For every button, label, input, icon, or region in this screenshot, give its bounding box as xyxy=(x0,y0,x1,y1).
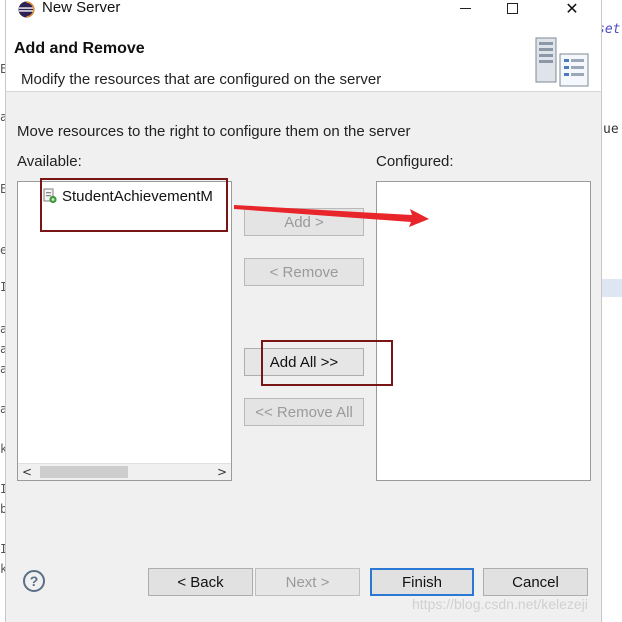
new-server-dialog: New Server ✕ Add and Remove Modify the r… xyxy=(5,0,602,622)
close-button[interactable]: ✕ xyxy=(549,0,595,18)
scroll-thumb[interactable] xyxy=(40,466,128,478)
annotation-box-add-all xyxy=(261,340,393,386)
available-label: Available: xyxy=(17,153,82,170)
watermark: https://blog.csdn.net/kelezeji xyxy=(412,596,588,612)
maximize-button[interactable] xyxy=(489,0,535,18)
instruction-text: Move resources to the right to configure… xyxy=(17,123,411,140)
minimize-icon xyxy=(459,7,471,9)
window-title: New Server xyxy=(42,0,121,16)
maximize-icon xyxy=(506,2,518,14)
bg-snippet-2: ue xyxy=(603,122,619,137)
back-button[interactable]: < Back xyxy=(148,568,253,596)
scroll-right-arrow[interactable]: > xyxy=(217,465,227,479)
next-button[interactable]: Next > xyxy=(255,568,360,596)
page-description: Modify the resources that are configured… xyxy=(21,71,382,88)
bg-line-highlight xyxy=(602,279,622,297)
wizard-banner: Add and Remove Modify the resources that… xyxy=(6,18,601,92)
eclipse-icon xyxy=(18,1,35,18)
page-title: Add and Remove xyxy=(14,40,145,57)
annotation-box-module xyxy=(40,178,228,232)
configured-list[interactable] xyxy=(376,181,591,481)
help-icon[interactable]: ? xyxy=(23,570,45,592)
configured-label: Configured: xyxy=(376,153,454,170)
finish-button[interactable]: Finish xyxy=(370,568,474,596)
scroll-left-arrow[interactable]: < xyxy=(22,465,32,479)
remove-button[interactable]: < Remove xyxy=(244,258,364,286)
minimize-button[interactable] xyxy=(442,0,488,18)
server-wizard-icon xyxy=(535,37,589,87)
close-icon: ✕ xyxy=(565,0,579,18)
title-bar[interactable]: New Server ✕ xyxy=(6,0,601,18)
remove-all-button[interactable]: << Remove All xyxy=(244,398,364,426)
horizontal-scrollbar[interactable]: < > xyxy=(18,463,231,480)
add-button[interactable]: Add > xyxy=(244,208,364,236)
cancel-button[interactable]: Cancel xyxy=(483,568,588,596)
